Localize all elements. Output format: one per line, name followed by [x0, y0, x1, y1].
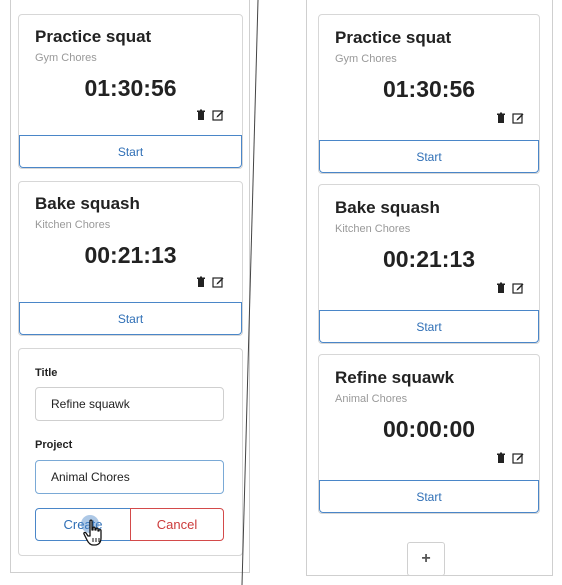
edit-icon[interactable] [212, 108, 224, 121]
timer-elapsed: 01:30:56 [382, 76, 476, 102]
edit-icon[interactable] [512, 281, 524, 294]
edit-icon[interactable] [512, 451, 524, 464]
start-button[interactable]: Start [19, 135, 242, 168]
cancel-button[interactable]: Cancel [130, 508, 224, 541]
add-timer-button[interactable]: + [407, 542, 445, 576]
trash-icon[interactable] [495, 451, 507, 463]
timer-elapsed: 00:21:13 [382, 246, 476, 272]
project-label: Project [35, 439, 73, 451]
trash-icon[interactable] [495, 111, 507, 123]
left-panel: Practice squat Gym Chores 01:30:56 Start… [10, 0, 250, 573]
timer-elapsed: 00:21:13 [84, 242, 177, 268]
title-label: Title [35, 367, 58, 379]
project-input[interactable]: Animal Chores [35, 460, 224, 494]
timer-elapsed: 01:30:56 [84, 75, 177, 101]
trash-icon[interactable] [495, 281, 507, 293]
timer-title: Refine squawk [335, 368, 455, 387]
start-button[interactable]: Start [319, 140, 539, 173]
timer-project: Gym Chores [35, 52, 97, 64]
timer-project: Animal Chores [335, 393, 408, 405]
hand-pointer-icon [82, 519, 106, 547]
timer-title: Bake squash [335, 198, 440, 217]
timer-card: Practice squat Gym Chores 01:30:56 Start [18, 14, 243, 169]
timer-card: Refine squawk Animal Chores 00:00:00 Sta… [318, 354, 540, 514]
edit-icon[interactable] [512, 111, 524, 124]
edit-icon[interactable] [212, 275, 224, 288]
trash-icon[interactable] [195, 108, 207, 120]
start-button[interactable]: Start [319, 480, 539, 513]
timer-form: Title Refine squawk Project Animal Chore… [18, 348, 243, 556]
timer-card: Practice squat Gym Chores 01:30:56 Start [318, 14, 540, 174]
timer-title: Practice squat [335, 28, 452, 47]
panel-divider [241, 0, 259, 585]
timer-title: Bake squash [35, 194, 140, 213]
start-button[interactable]: Start [319, 310, 539, 343]
trash-icon[interactable] [195, 275, 207, 287]
right-panel: Practice squat Gym Chores 01:30:56 Start… [306, 0, 553, 576]
timer-card: Bake squash Kitchen Chores 00:21:13 Star… [18, 181, 243, 336]
title-input[interactable]: Refine squawk [35, 387, 224, 421]
start-button[interactable]: Start [19, 302, 242, 335]
timer-project: Kitchen Chores [35, 219, 111, 231]
timer-project: Kitchen Chores [335, 223, 411, 235]
timer-card: Bake squash Kitchen Chores 00:21:13 Star… [318, 184, 540, 344]
timer-elapsed: 00:00:00 [382, 416, 476, 442]
timer-title: Practice squat [35, 27, 152, 46]
timer-project: Gym Chores [335, 53, 397, 65]
